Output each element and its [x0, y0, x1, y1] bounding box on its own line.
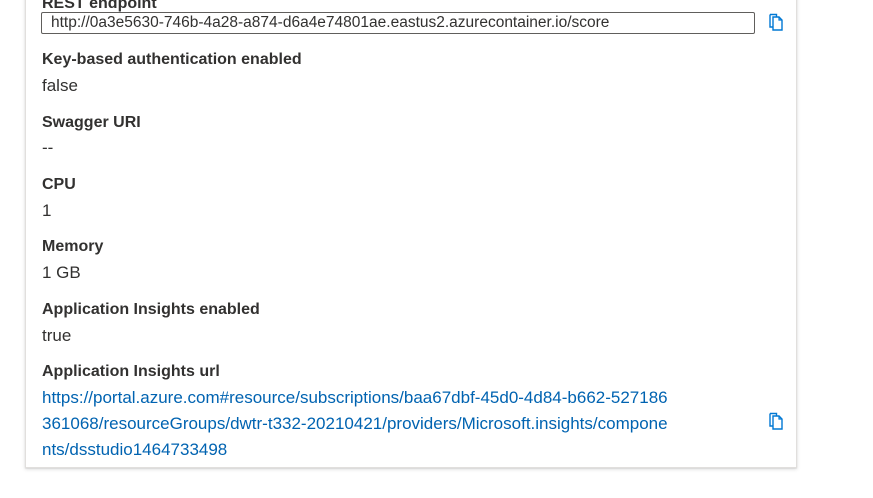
app-insights-enabled-value: true: [42, 326, 72, 345]
key-auth-value: false: [42, 76, 78, 95]
memory-label: Memory: [42, 238, 104, 255]
app-insights-url-link-line-2[interactable]: 361068/resourceGroups/dwtr-t332-20210421…: [42, 414, 668, 434]
rest-endpoint-field[interactable]: [41, 12, 755, 34]
swagger-uri-value: --: [42, 138, 54, 157]
app-insights-url-link-line-1[interactable]: https://portal.azure.com#resource/subscr…: [42, 388, 668, 408]
key-auth-label: Key-based authentication enabled: [42, 51, 302, 68]
swagger-uri-label: Swagger URI: [42, 114, 141, 131]
copy-icon: [769, 13, 783, 31]
memory-value: 1 GB: [42, 263, 81, 282]
app-insights-enabled-label: Application Insights enabled: [42, 301, 260, 318]
endpoint-details-card: REST endpoint Key-based authentication e…: [25, 0, 797, 468]
copy-icon: [769, 412, 783, 430]
app-insights-url-label: Application Insights url: [42, 363, 220, 380]
copy-rest-endpoint-button[interactable]: [767, 13, 787, 33]
app-insights-url-link-line-3[interactable]: nts/dsstudio1464733498: [42, 440, 227, 460]
cpu-label: CPU: [42, 176, 76, 193]
copy-app-insights-url-button[interactable]: [767, 412, 787, 432]
cpu-value: 1: [42, 201, 52, 220]
